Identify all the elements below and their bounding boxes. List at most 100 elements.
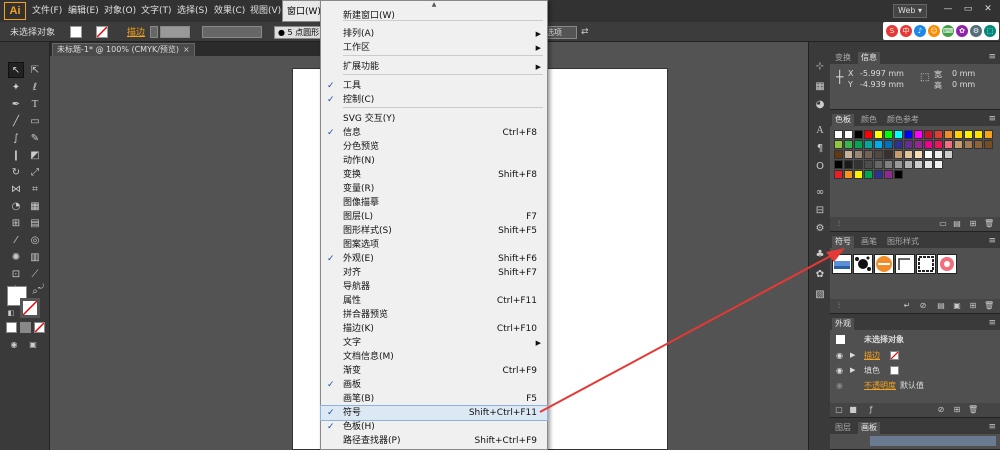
artboard-tool-icon[interactable]: ⊡ <box>8 266 24 282</box>
links-icon[interactable]: ∞ <box>813 186 827 200</box>
direct-selection-tool-icon[interactable]: ⇱ <box>27 62 43 78</box>
new-swatch-icon[interactable]: ⊞ <box>968 219 978 229</box>
punctuation-icon[interactable]: ♪ <box>914 25 926 37</box>
brushes-icon[interactable]: ✿ <box>813 268 827 282</box>
symbol-orange-button[interactable] <box>874 254 894 274</box>
color-swatch[interactable] <box>954 140 963 149</box>
color-swatch[interactable] <box>944 130 953 139</box>
color-swatch[interactable] <box>904 130 913 139</box>
align-icon[interactable]: ⊟ <box>813 204 827 218</box>
color-swatch[interactable] <box>854 130 863 139</box>
color-swatch[interactable] <box>874 140 883 149</box>
color-swatch[interactable] <box>914 160 923 169</box>
window-menu-item[interactable]: 扩展功能 ▶ <box>321 60 547 74</box>
window-menu-item[interactable]: 工作区 ▶ <box>321 41 547 55</box>
color-swatch[interactable] <box>924 160 933 169</box>
free-transform-tool-icon[interactable]: ⌗ <box>27 181 43 197</box>
window-menu-item[interactable]: 动作(N) <box>321 154 547 168</box>
color-icon[interactable]: ◕ <box>813 98 827 112</box>
appearance-fill-row[interactable]: ◉ ▶ 填色 <box>830 363 1000 378</box>
color-swatch[interactable] <box>894 140 903 149</box>
opentype-icon[interactable]: O <box>813 160 827 174</box>
color-swatch[interactable] <box>984 140 993 149</box>
color-swatch[interactable] <box>944 140 953 149</box>
paragraph-icon[interactable]: ¶ <box>813 142 827 156</box>
window-menu-item[interactable]: 导航器 <box>321 280 547 294</box>
color-swatch[interactable] <box>854 140 863 149</box>
emoji-icon[interactable]: ☺ <box>928 25 940 37</box>
color-swatch[interactable] <box>954 130 963 139</box>
window-menu-item[interactable]: 文档信息(M) <box>321 350 547 364</box>
color-swatch[interactable] <box>934 150 943 159</box>
column-graph-tool-icon[interactable]: ▥ <box>27 249 43 265</box>
color-swatch[interactable] <box>884 150 893 159</box>
color-swatch[interactable] <box>884 140 893 149</box>
window-menu-item[interactable]: ✓ 工具 <box>321 79 547 93</box>
minimize-button[interactable]: — <box>940 3 956 16</box>
visibility-eye-icon[interactable]: ◉ <box>836 348 843 363</box>
symbol-flower[interactable] <box>937 254 957 274</box>
slice-tool-icon[interactable]: ⟋ <box>27 266 43 282</box>
menu-edit[interactable]: 编辑(E) <box>64 0 103 22</box>
blob-brush-tool-icon[interactable]: ❙ <box>8 147 24 163</box>
brush-definition-dropdown[interactable]: ● 5 点圆形 <box>274 26 324 39</box>
color-swatch[interactable] <box>964 130 973 139</box>
menu-effect[interactable]: 效果(C) <box>210 0 249 22</box>
arrange-icon[interactable]: ⇄ <box>581 26 597 38</box>
color-swatch[interactable] <box>924 140 933 149</box>
window-menu-item[interactable]: ✓ 色板(H) <box>321 420 547 434</box>
blend-tool-icon[interactable]: ◎ <box>27 232 43 248</box>
new-symbol-icon[interactable]: ⊞ <box>968 301 978 311</box>
color-swatch[interactable] <box>934 130 943 139</box>
fill-swatch[interactable] <box>890 366 899 375</box>
rotate-tool-icon[interactable]: ↻ <box>8 164 24 180</box>
line-tool-icon[interactable]: ╱ <box>8 113 24 129</box>
add-stroke-icon[interactable]: ▢ <box>834 405 844 415</box>
eraser-tool-icon[interactable]: ◩ <box>27 147 43 163</box>
chinese-mode-icon[interactable]: 中 <box>900 25 912 37</box>
color-swatch[interactable] <box>944 150 953 159</box>
color-swatch[interactable] <box>864 160 873 169</box>
artboard-row[interactable] <box>870 436 996 446</box>
maximize-button[interactable]: ▭ <box>960 3 976 16</box>
window-menu-item[interactable]: 属性 Ctrl+F11 <box>321 294 547 308</box>
window-menu-item[interactable]: ✓ 外观(E) Shift+F6 <box>321 252 547 266</box>
window-menu-item[interactable]: SVG 交互(Y) <box>321 112 547 126</box>
tab-info[interactable]: 信息 <box>858 52 880 64</box>
selection-tool-icon[interactable]: ↖ <box>8 62 24 78</box>
keyboard-icon[interactable]: ⌨ <box>942 25 954 37</box>
mesh-tool-icon[interactable]: ⊞ <box>8 215 24 231</box>
color-swatch[interactable] <box>904 140 913 149</box>
window-menu-item[interactable]: 变换 Shift+F8 <box>321 168 547 182</box>
color-swatch[interactable] <box>874 130 883 139</box>
appearance-opacity-row[interactable]: ◉ 不透明度 默认值 <box>830 378 1000 393</box>
color-swatch[interactable] <box>984 130 993 139</box>
color-swatch[interactable] <box>894 160 903 169</box>
stroke-swatch[interactable] <box>890 351 899 360</box>
settings-icon[interactable]: ⚙ <box>970 25 982 37</box>
color-swatch[interactable] <box>844 130 853 139</box>
color-swatch[interactable] <box>914 150 923 159</box>
tab-layers[interactable]: 图层 <box>832 422 854 434</box>
delete-swatch-icon[interactable]: 🗑 <box>984 219 994 229</box>
window-menu-item[interactable]: ✓ 控制(C) <box>321 93 547 107</box>
graphic-styles-icon[interactable]: ▧ <box>813 288 827 302</box>
window-menu-item[interactable]: ✓ 画板 <box>321 378 547 392</box>
tab-artboards[interactable]: 画板 <box>858 422 880 434</box>
add-fill-icon[interactable]: ■ <box>848 405 858 415</box>
transform-icon[interactable]: ⊹ <box>813 60 827 74</box>
panel-menu-icon[interactable]: ≡ <box>988 318 996 329</box>
window-menu-item[interactable]: 图层(L) F7 <box>321 210 547 224</box>
character-icon[interactable]: A <box>813 124 827 138</box>
color-swatch[interactable] <box>834 170 843 179</box>
menu-select[interactable]: 选择(S) <box>173 0 212 22</box>
clear-appearance-icon[interactable]: ⊘ <box>936 405 946 415</box>
color-swatch[interactable] <box>864 130 873 139</box>
color-swatch[interactable] <box>914 130 923 139</box>
new-color-group-icon[interactable]: ▭ <box>938 219 948 229</box>
appearance-stroke-row[interactable]: ◉ ▶ 描边 <box>830 348 1000 363</box>
color-swatch[interactable] <box>874 160 883 169</box>
swatch-libraries-icon[interactable]: ⫶ <box>834 219 844 229</box>
symbol-options-icon[interactable]: ▤ <box>936 301 946 311</box>
expand-triangle-icon[interactable]: ▶ <box>850 348 855 363</box>
